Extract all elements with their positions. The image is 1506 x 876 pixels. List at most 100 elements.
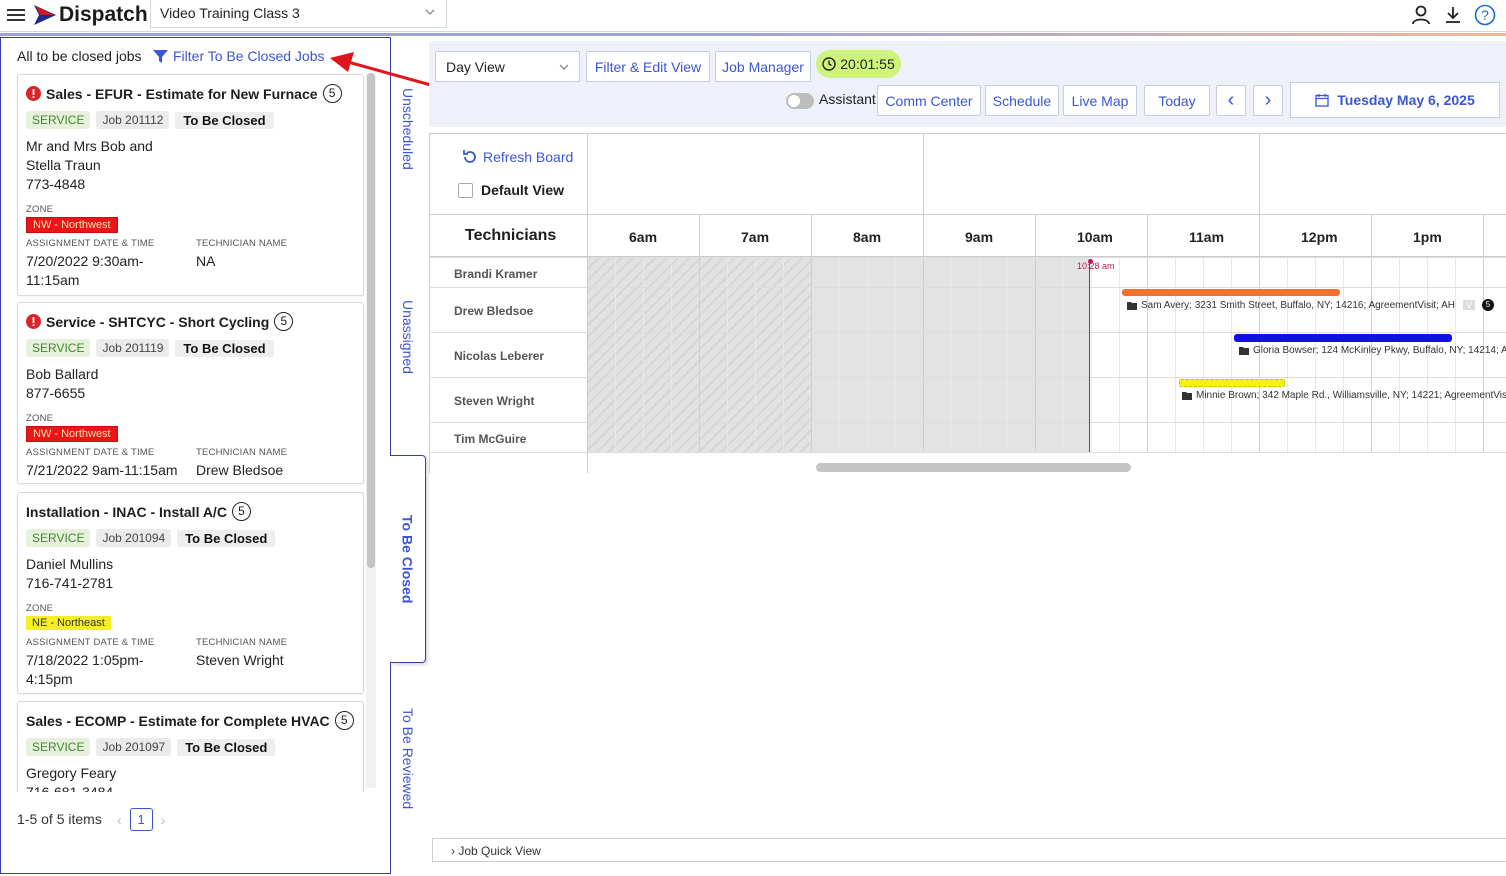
schedule-button[interactable]: Schedule — [985, 85, 1059, 116]
svg-text:?: ? — [1481, 7, 1489, 23]
technician-value: Drew Bledsoe — [196, 462, 284, 478]
technicians-header: Technicians — [465, 227, 557, 244]
refresh-icon — [463, 150, 476, 163]
customer-info: Gregory Feary 716-681-3484 — [26, 764, 116, 792]
panel-title: All to be closed jobs — [17, 48, 142, 64]
user-icon[interactable] — [1410, 4, 1432, 26]
calendar-icon — [1315, 94, 1329, 107]
service-badge: SERVICE — [26, 111, 91, 129]
job-quick-view-toggle[interactable]: › Job Quick View — [432, 838, 1506, 862]
pager-next-icon[interactable]: › — [161, 812, 166, 828]
job-bar[interactable] — [1122, 289, 1340, 296]
tab-label: To Be Reviewed — [400, 708, 416, 810]
board-horizontal-scrollbar[interactable] — [816, 463, 1131, 472]
assistant-toggle[interactable] — [786, 93, 814, 109]
assignment-line: 7/20/2022 9:30am- — [26, 253, 144, 269]
job-card[interactable]: Sales - EFUR - Estimate for New Furnace … — [17, 74, 364, 296]
hour-divider — [1259, 215, 1260, 257]
scrollbar-thumb[interactable] — [367, 73, 375, 568]
customer-info: Bob Ballard 877-6655 — [26, 365, 98, 403]
today-button[interactable]: Today — [1144, 85, 1210, 116]
customer-phone: 773-4848 — [26, 176, 86, 192]
tab-label: Unscheduled — [400, 88, 416, 170]
prev-day-button[interactable]: ‹ — [1216, 85, 1246, 116]
technician-row-label[interactable]: Brandi Kramer — [454, 267, 537, 281]
assistant-label: Assistant — [819, 91, 876, 107]
job-manager-button[interactable]: Job Manager — [715, 51, 811, 82]
assignment-line: 4:15pm — [26, 671, 73, 687]
chevron-down-icon — [559, 64, 569, 70]
zone-label: ZONE — [26, 413, 54, 424]
status-badge: To Be Closed — [175, 111, 274, 129]
divider — [587, 133, 588, 215]
job-card[interactable]: Sales - ECOMP - Estimate for Complete HV… — [17, 701, 364, 792]
job-bar[interactable] — [1179, 379, 1285, 387]
tab-unscheduled[interactable]: Unscheduled — [390, 88, 426, 198]
service-badge: SERVICE — [26, 339, 91, 357]
filter-icon — [153, 49, 168, 63]
job-bar-label[interactable]: Minnie Brown; 342 Maple Rd., Williamsvil… — [1182, 390, 1506, 401]
job-number-badge: Job 201097 — [96, 738, 172, 756]
timer-value: 20:01:55 — [840, 56, 895, 72]
hour-label: 8am — [853, 229, 882, 245]
comm-center-button[interactable]: Comm Center — [877, 85, 981, 116]
job-bar-label[interactable]: Gloria Bowser; 124 McKinley Pkwy, Buffal… — [1239, 345, 1506, 356]
status-badge: To Be Closed — [177, 738, 276, 756]
job-card-title: Installation - INAC - Install A/C — [26, 503, 227, 520]
job-bar[interactable] — [1234, 334, 1452, 342]
pager-prev-icon[interactable]: ‹ — [117, 812, 122, 828]
help-icon[interactable]: ? — [1474, 4, 1496, 26]
job-bar-text: Minnie Brown; 342 Maple Rd., Williamsvil… — [1196, 390, 1506, 401]
customer-name-line: Mr and Mrs Bob and — [26, 138, 153, 154]
timer-badge: 20:01:55 — [816, 50, 901, 78]
job-card-title: Sales - ECOMP - Estimate for Complete HV… — [26, 712, 330, 729]
default-view-label: Default View — [481, 182, 564, 198]
filter-label: Filter To Be Closed Jobs — [173, 48, 325, 64]
refresh-board-button[interactable]: Refresh Board — [462, 149, 573, 165]
to-be-closed-panel: All to be closed jobs Filter To Be Close… — [0, 37, 391, 874]
technician-row-label[interactable]: Tim McGuire — [454, 432, 526, 446]
divider — [923, 133, 924, 215]
default-view-checkbox[interactable]: Default View — [458, 182, 564, 198]
customer-name-line: Bob Ballard — [26, 366, 99, 382]
view-select-value: Day View — [446, 59, 505, 75]
tab-to-be-closed[interactable]: To Be Closed — [390, 455, 426, 663]
live-map-button[interactable]: Live Map — [1063, 85, 1137, 116]
view-select[interactable]: Day View — [435, 51, 580, 82]
status-badge: To Be Closed — [177, 529, 276, 547]
download-icon[interactable] — [1442, 4, 1464, 26]
tab-label: To Be Closed — [399, 514, 416, 604]
customer-phone: 716-681-3484 — [26, 784, 114, 792]
hour-divider — [1035, 215, 1036, 257]
job-card-title: Service - SHTCYC - Short Cycling — [46, 313, 270, 330]
technician-row-label[interactable]: Steven Wright — [454, 394, 534, 408]
card-list-scrollbar[interactable] — [366, 73, 376, 788]
hour-label: 6am — [629, 229, 658, 245]
customer-name-line: Stella Traun — [26, 157, 101, 173]
row-divider — [429, 287, 1506, 288]
schedule-board: Refresh Board Default View Technicians 6… — [429, 133, 1506, 473]
folder-icon — [1239, 347, 1249, 355]
job-bar-text: Sam Avery; 3231 Smith Street, Buffalo, N… — [1141, 299, 1455, 311]
assignment-line: 7/18/2022 1:05pm- — [26, 652, 144, 668]
checkbox-box[interactable] — [458, 182, 473, 198]
tab-unassigned[interactable]: Unassigned — [390, 300, 426, 400]
service-badge: SERVICE — [26, 738, 91, 756]
menu-icon[interactable] — [7, 6, 25, 24]
date-picker-button[interactable]: Tuesday May 6, 2025 — [1290, 82, 1500, 118]
tab-to-be-reviewed[interactable]: To Be Reviewed — [390, 708, 426, 828]
filter-edit-view-button[interactable]: Filter & Edit View — [586, 51, 710, 82]
assignment-line: 11:15am — [26, 272, 80, 288]
job-bar-label[interactable]: Sam Avery; 3231 Smith Street, Buffalo, N… — [1127, 299, 1494, 311]
technician-row-label[interactable]: Drew Bledsoe — [454, 304, 533, 318]
assignment-value: 7/20/2022 9:30am- 11:15am — [26, 252, 144, 290]
next-day-button[interactable]: › — [1253, 85, 1283, 116]
class-selector[interactable]: Video Training Class 3 — [150, 0, 447, 28]
technician-row-label[interactable]: Nicolas Leberer — [454, 349, 544, 363]
technician-label: TECHNICIAN NAME — [196, 637, 288, 648]
filter-to-be-closed-link[interactable]: Filter To Be Closed Jobs — [153, 48, 324, 64]
job-card[interactable]: Installation - INAC - Install A/C 5 SERV… — [17, 492, 364, 694]
job-card[interactable]: Service - SHTCYC - Short Cycling 5 SERVI… — [17, 302, 364, 484]
clock-icon — [822, 57, 836, 71]
pager-page-button[interactable]: 1 — [129, 808, 153, 831]
